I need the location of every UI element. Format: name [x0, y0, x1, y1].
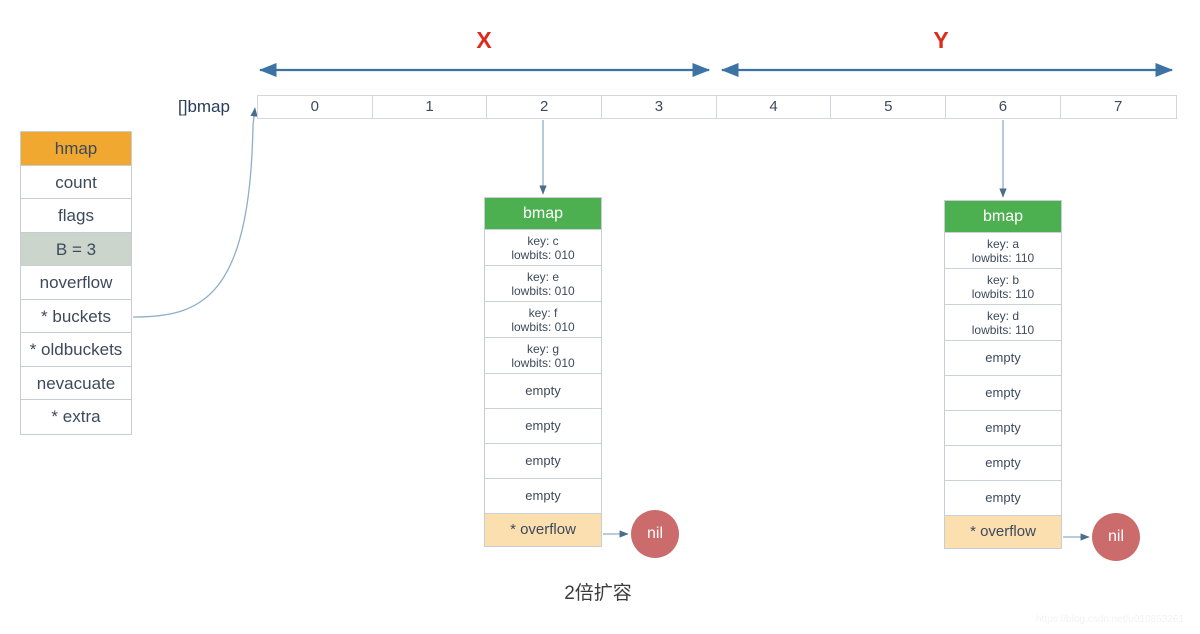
bmap-right-slot-2-lowbits: lowbits: 110: [971, 323, 1035, 337]
bmap-left-slot-6: empty: [485, 443, 601, 478]
bmap-left-slot-2-key: key: f: [528, 306, 558, 320]
diagram-caption: 2倍扩容: [564, 583, 632, 604]
nil-node-right: nil: [1092, 513, 1140, 561]
bmap-left-slot-3-lowbits: lowbits: 010: [511, 356, 575, 370]
bmap-right-slot-5: empty: [945, 410, 1061, 445]
hmap-field-nevacuate: nevacuate: [21, 366, 131, 400]
bmap-left-overflow: * overflow: [485, 513, 601, 546]
hmap-field-oldbuckets: * oldbuckets: [21, 333, 131, 367]
bucket-index-cell-0: 0: [258, 96, 373, 118]
bmap-right-slot-0-lowbits: lowbits: 110: [971, 251, 1035, 265]
bmap-left-slot-2-lowbits: lowbits: 010: [511, 320, 575, 334]
hmap-struct: hmap count flags B = 3 noverflow * bucke…: [20, 131, 132, 435]
bmap-left-slot-3-key: key: g: [526, 342, 559, 356]
hmap-field-noverflow: noverflow: [21, 266, 131, 300]
diagram-canvas: hmap count flags B = 3 noverflow * bucke…: [0, 0, 1200, 634]
watermark: https://blog.csdn.net/u010853261: [1036, 614, 1184, 625]
hmap-field-hmap: hmap: [21, 132, 131, 166]
bmap-right-slot-2-key: key: d: [986, 309, 1019, 323]
bucket-index-cell-7: 7: [1113, 98, 1123, 115]
hmap-field-b: B = 3: [21, 232, 131, 266]
bucket-index-cell-6: 6: [946, 96, 1061, 118]
bmap-right-slot-1: key: b lowbits: 110: [945, 268, 1061, 304]
bucket-index-cell-2: 2: [487, 96, 603, 118]
bmap-left-slot-3: key: g lowbits: 010: [485, 337, 601, 373]
bmap-right-slot-1-key: key: b: [986, 273, 1019, 287]
bmap-right-slot-6: empty: [945, 445, 1061, 480]
hmap-field-count: count: [21, 165, 131, 199]
hmap-field-extra: * extra: [21, 400, 131, 434]
bmap-left-slot-0-lowbits: lowbits: 010: [511, 248, 575, 262]
hmap-field-flags: flags: [21, 199, 131, 233]
bmap-bucket-right: bmap key: a lowbits: 110 key: b lowbits:…: [944, 200, 1062, 549]
bmap-right-slot-4: empty: [945, 375, 1061, 410]
bmap-left-slot-7: empty: [485, 478, 601, 513]
bmap-left-slot-4: empty: [485, 373, 601, 408]
buckets-pointer: [132, 107, 258, 318]
bmap-right-slot-2: key: d lowbits: 110: [945, 304, 1061, 340]
bmap-right-slot-0-key: key: a: [986, 237, 1019, 251]
bmap-left-slot-5: empty: [485, 408, 601, 443]
bucket-index-cell-3: 3: [602, 96, 717, 118]
bucket-index-cell-5: 5: [831, 96, 947, 118]
bmap-right-slot-0: key: a lowbits: 110: [945, 232, 1061, 268]
bmap-left-header: bmap: [485, 198, 601, 229]
bmap-right-slot-1-lowbits: lowbits: 110: [971, 287, 1035, 301]
span-label-y: Y: [933, 27, 949, 53]
bmap-left-slot-0: key: c lowbits: 010: [485, 229, 601, 265]
bucket-index-cell-1: 1: [373, 96, 488, 118]
bmap-left-slot-1-key: key: e: [526, 270, 559, 284]
hmap-field-buckets: * buckets: [21, 299, 131, 333]
bmap-right-slot-3: empty: [945, 340, 1061, 375]
bmap-left-slot-1: key: e lowbits: 010: [485, 265, 601, 301]
span-label-x: X: [476, 27, 492, 53]
bmap-array-label: []bmap: [178, 97, 230, 116]
bmap-left-slot-2: key: f lowbits: 010: [485, 301, 601, 337]
bmap-right-header: bmap: [945, 201, 1061, 232]
bmap-right-overflow: * overflow: [945, 515, 1061, 548]
bmap-left-slot-0-key: key: c: [527, 234, 559, 248]
bucket-index-array: 0 1 2 3 4 5 6 7: [257, 95, 1177, 119]
bmap-right-slot-7: empty: [945, 480, 1061, 515]
bucket-index-cell-4: 4: [717, 96, 832, 118]
bmap-left-slot-1-lowbits: lowbits: 010: [511, 284, 575, 298]
bmap-bucket-left: bmap key: c lowbits: 010 key: e lowbits:…: [484, 197, 602, 547]
nil-node-left: nil: [631, 510, 679, 558]
